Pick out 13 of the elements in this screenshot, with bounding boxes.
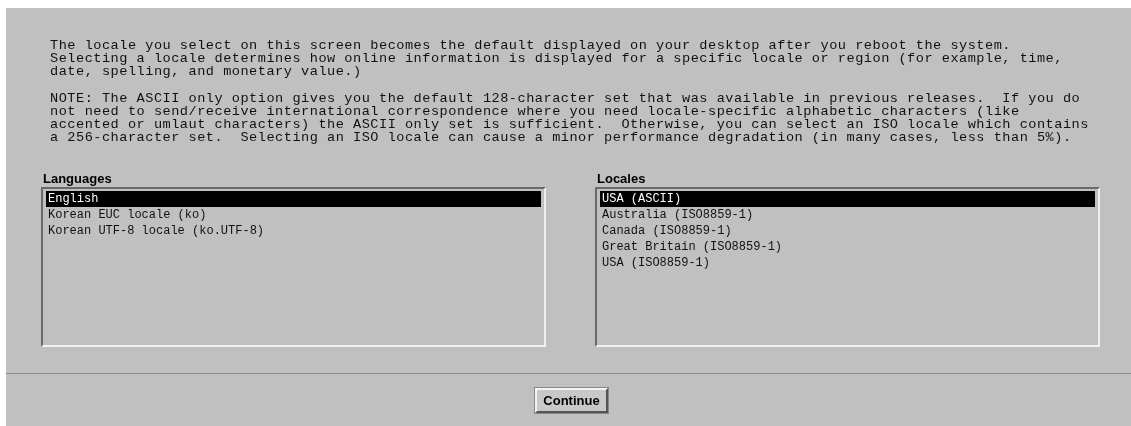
list-item[interactable]: Great Britain (ISO8859-1) xyxy=(600,239,1095,255)
info-paragraph: The locale you select on this screen becomes the default displayed on your desktop after you reboot the system. Selecting a locale determines how online information is displayed for a specific locale or region (for example, time, date, spelling, and monetary value.) xyxy=(50,39,1064,78)
continue-button[interactable]: Continue xyxy=(535,387,608,413)
list-item[interactable]: USA (ISO8859-1) xyxy=(600,255,1095,271)
list-label: Languages xyxy=(43,171,113,186)
list-item[interactable]: Australia (ISO8859-1) xyxy=(600,207,1095,223)
info-paragraph: NOTE: The ASCII only option gives you the default 128-character set that was available in previous releases. If you do not need to send/receive international correspondence where you need locale-specific alphabetic characters (like accented or umlaut characters) the ASCII only set is sufficient. Otherwise, you can select an ISO locale which contains a 256-character set. Selecting an ISO locale can cause a minor performance degradation (in many cases, less than 5%). xyxy=(50,92,1090,144)
list-item[interactable]: Korean EUC locale (ko) xyxy=(46,207,541,223)
list-item[interactable]: USA (ASCII) xyxy=(600,191,1095,207)
list-item[interactable]: Korean UTF-8 locale (ko.UTF-8) xyxy=(46,223,541,239)
list-item[interactable]: Canada (ISO8859-1) xyxy=(600,223,1095,239)
list-item[interactable]: English xyxy=(46,191,541,207)
list-label: Locales xyxy=(597,171,647,186)
